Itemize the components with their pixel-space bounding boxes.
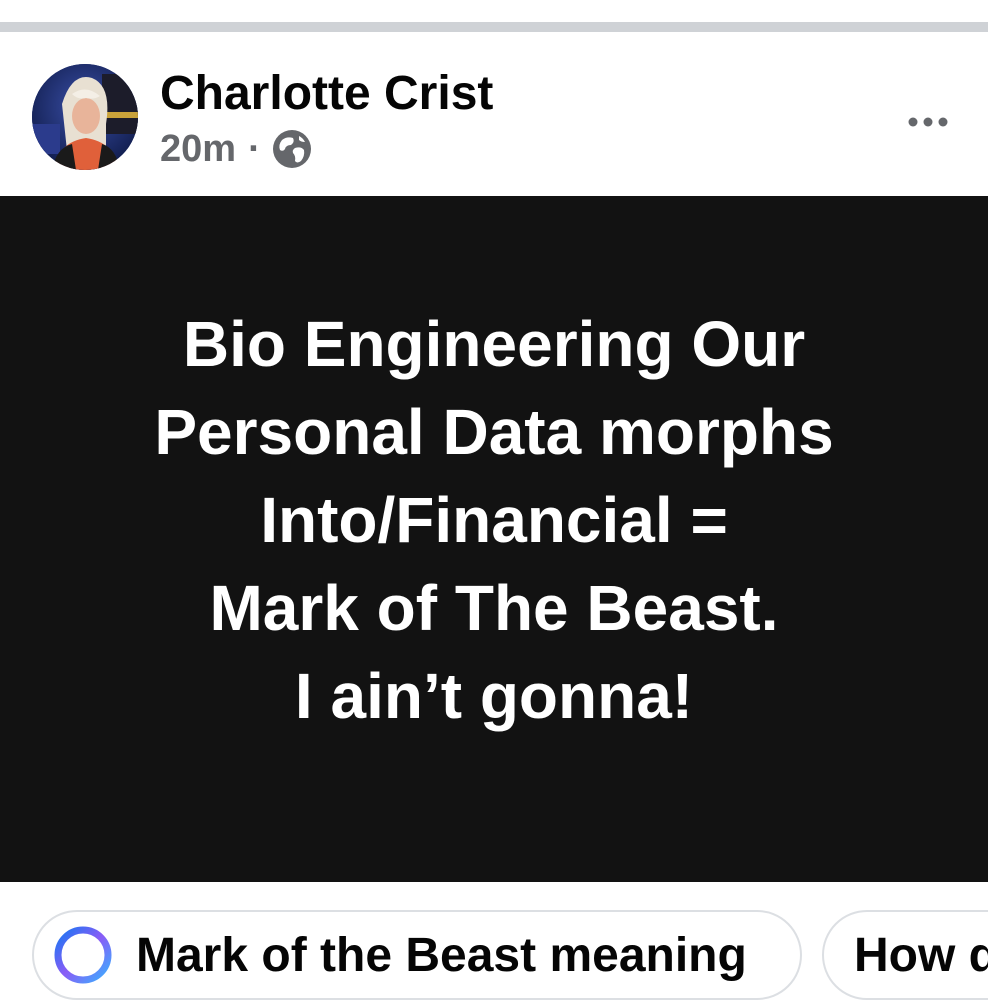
suggestion-label: Mark of the Beast meaning xyxy=(136,928,747,982)
post-timestamp[interactable]: 20m xyxy=(160,128,236,171)
post-text-line: Mark of The Beast. xyxy=(209,572,779,644)
post-text-line: Bio Engineering Our xyxy=(182,308,806,380)
suggestion-chip-mark-of-the-beast[interactable]: Mark of the Beast meaning xyxy=(32,910,802,1000)
suggestion-chip-how[interactable]: How d xyxy=(822,910,988,1000)
post-header: Charlotte Crist 20m · xyxy=(0,32,988,196)
meta-separator: · xyxy=(248,127,261,170)
more-options-button[interactable] xyxy=(900,102,956,142)
feed-divider xyxy=(0,22,988,32)
post-text-line: Personal Data morphs xyxy=(154,396,834,468)
ai-search-ring-icon xyxy=(54,926,112,984)
post-image-text: Bio Engineering Our Personal Data morphs… xyxy=(24,300,964,740)
post-text-line: I ain’t gonna! xyxy=(294,660,694,732)
more-horizontal-icon xyxy=(908,117,948,127)
post-text-line: Into/Financial = xyxy=(260,484,728,556)
suggestion-label: How d xyxy=(854,928,988,982)
avatar-image xyxy=(32,64,138,170)
post-meta: 20m · xyxy=(160,126,313,172)
globe-icon xyxy=(272,130,311,168)
author-avatar[interactable] xyxy=(32,64,138,170)
post-image[interactable]: Bio Engineering Our Personal Data morphs… xyxy=(0,196,988,882)
author-name[interactable]: Charlotte Crist xyxy=(160,66,493,122)
top-strip xyxy=(0,0,988,22)
search-suggestions: Mark of the Beast meaning How d xyxy=(0,882,988,1000)
